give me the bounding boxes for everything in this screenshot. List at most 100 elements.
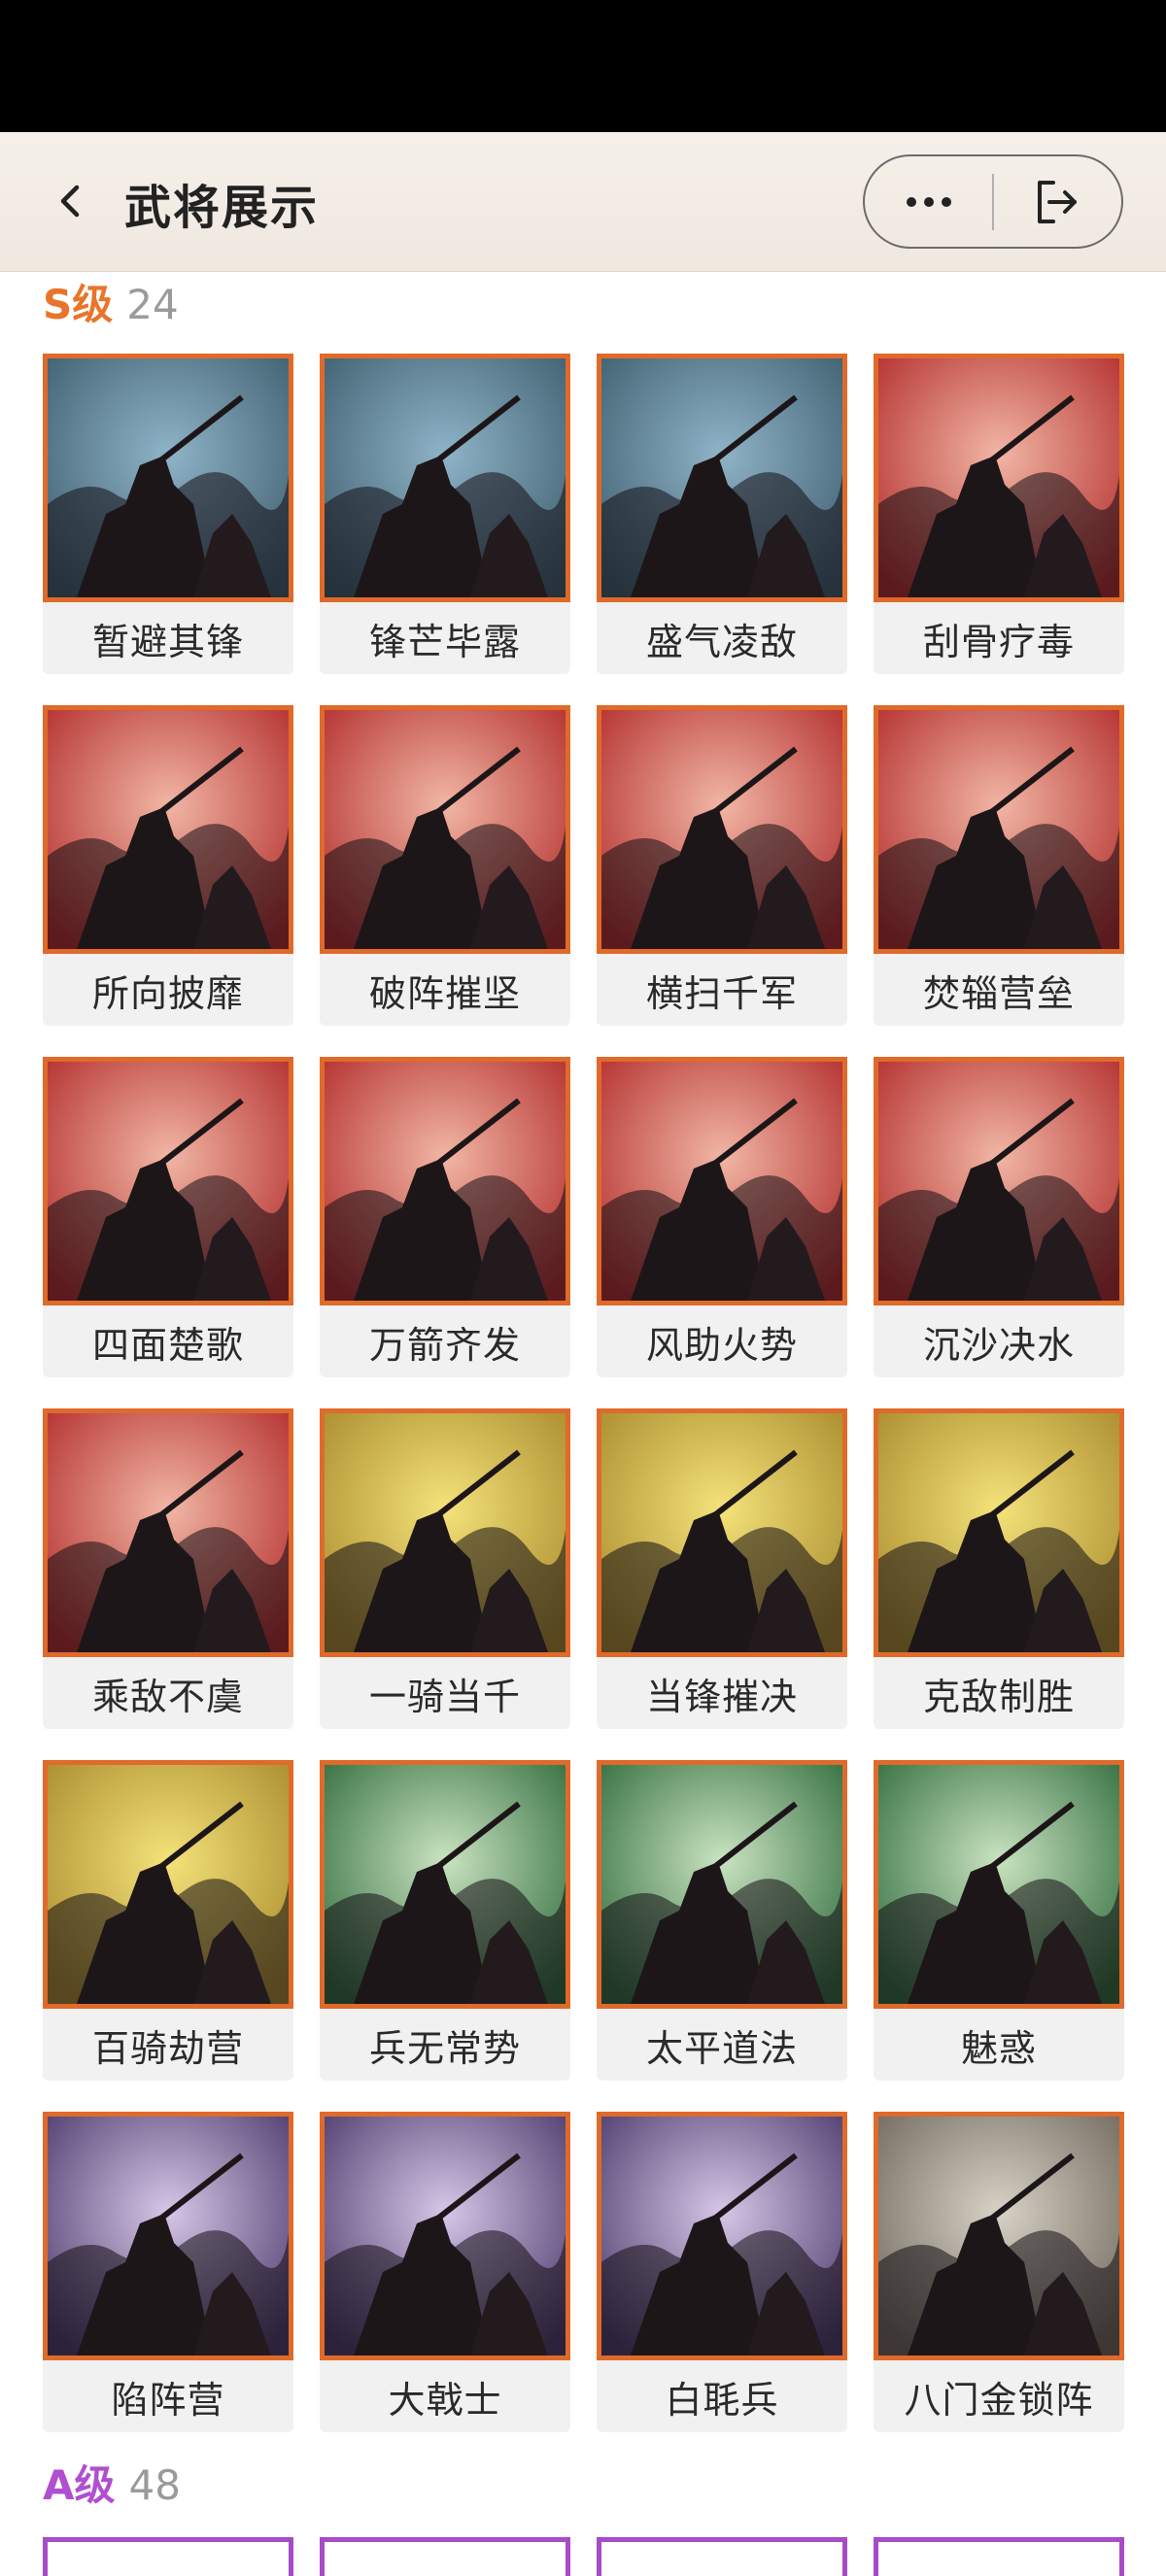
skill-artwork-icon — [325, 1413, 566, 1652]
skill-artwork — [874, 1760, 1124, 2009]
mini-program-capsule — [863, 154, 1123, 249]
skill-artwork — [874, 705, 1124, 954]
skill-artwork — [597, 354, 847, 602]
skill-card[interactable]: 横扫千军 — [597, 705, 847, 1026]
skill-name: 锋芒毕露 — [368, 620, 521, 663]
skill-artwork — [597, 2112, 847, 2360]
skill-card[interactable]: 八门金锁阵 — [874, 2112, 1124, 2432]
skill-name: 四面楚歌 — [91, 1323, 244, 1367]
skill-name: 大戟士 — [388, 2378, 502, 2422]
skill-card[interactable]: 魅惑 — [874, 1760, 1124, 2081]
skill-name: 陷阵营 — [111, 2378, 225, 2422]
skill-artwork — [874, 354, 1124, 602]
skill-artwork-icon — [325, 2117, 566, 2356]
skill-card[interactable]: 陷阵营 — [43, 2112, 293, 2432]
skill-card[interactable]: 锋芒毕露 — [320, 354, 570, 674]
skill-artwork — [43, 1760, 293, 2009]
skill-card[interactable]: 盛气凌敌 — [597, 354, 847, 674]
skill-artwork — [43, 1057, 293, 1305]
skill-name: 刮骨疗毒 — [922, 620, 1075, 663]
skill-artwork — [320, 1057, 570, 1305]
skill-artwork — [43, 1408, 293, 1657]
skill-card[interactable]: 破阵摧坚 — [320, 705, 570, 1026]
skill-name: 白毦兵 — [665, 2378, 779, 2422]
skill-artwork-icon — [601, 2117, 842, 2356]
skill-artwork — [320, 2112, 570, 2360]
skill-card[interactable]: 沉沙决水 — [874, 1057, 1124, 1377]
skill-artwork-icon — [601, 358, 842, 597]
grade-count: 24 — [126, 281, 179, 328]
skill-artwork-icon — [878, 358, 1119, 597]
skill-artwork-icon — [878, 2117, 1119, 2356]
skill-card-partial[interactable] — [320, 2537, 570, 2576]
exit-button[interactable] — [994, 156, 1121, 247]
skill-card[interactable]: 四面楚歌 — [43, 1057, 293, 1377]
skill-artwork — [320, 705, 570, 954]
skill-card-partial[interactable] — [597, 2537, 847, 2576]
grade-label: S级 — [43, 281, 114, 328]
skill-name: 沉沙决水 — [922, 1323, 1075, 1367]
skill-artwork — [320, 354, 570, 602]
skill-artwork-icon — [878, 1413, 1119, 1652]
back-button[interactable] — [45, 175, 97, 227]
skill-name: 八门金锁阵 — [904, 2378, 1094, 2422]
skill-name: 乘敌不虞 — [91, 1675, 244, 1718]
skill-card[interactable]: 克敌制胜 — [874, 1408, 1124, 1729]
skill-card[interactable]: 一骑当千 — [320, 1408, 570, 1729]
skill-name: 魅惑 — [960, 2026, 1037, 2070]
skill-card[interactable]: 白毦兵 — [597, 2112, 847, 2432]
skill-artwork-icon — [48, 1062, 289, 1301]
page-title: 武将展示 — [124, 181, 320, 235]
skill-card-partial[interactable] — [43, 2537, 293, 2576]
skill-card[interactable]: 刮骨疗毒 — [874, 354, 1124, 674]
skill-name: 百骑劫营 — [91, 2026, 244, 2070]
skill-artwork-icon — [325, 710, 566, 949]
skill-card[interactable]: 乘敌不虞 — [43, 1408, 293, 1729]
skill-card[interactable]: 万箭齐发 — [320, 1057, 570, 1377]
more-button[interactable] — [865, 156, 992, 247]
skill-artwork-icon — [48, 1765, 289, 2004]
skill-name: 破阵摧坚 — [368, 971, 521, 1015]
skill-artwork-icon — [325, 358, 566, 597]
skill-artwork — [874, 1057, 1124, 1305]
more-dots-icon — [906, 196, 951, 207]
header: 武将展示 — [0, 132, 1166, 272]
skill-name: 所向披靡 — [91, 971, 244, 1015]
section-header-s: S级 24 — [43, 272, 179, 331]
skill-card[interactable]: 大戟士 — [320, 2112, 570, 2432]
skill-artwork — [874, 1408, 1124, 1657]
skill-artwork-icon — [878, 710, 1119, 949]
skill-artwork-icon — [601, 710, 842, 949]
skill-artwork — [43, 354, 293, 602]
skill-name: 万箭齐发 — [368, 1323, 521, 1367]
skill-card[interactable]: 当锋摧决 — [597, 1408, 847, 1729]
skill-artwork — [874, 2112, 1124, 2360]
skill-card[interactable]: 百骑劫营 — [43, 1760, 293, 2081]
skill-card[interactable]: 风助火势 — [597, 1057, 847, 1377]
skill-artwork-icon — [325, 1765, 566, 2004]
skill-card[interactable]: 太平道法 — [597, 1760, 847, 2081]
exit-icon — [1038, 180, 1078, 223]
skill-card[interactable]: 暂避其锋 — [43, 354, 293, 674]
skill-name: 太平道法 — [645, 2026, 798, 2070]
grade-label: A级 — [43, 2461, 116, 2509]
skill-artwork — [597, 705, 847, 954]
skill-artwork-icon — [48, 710, 289, 949]
chevron-left-icon — [60, 185, 80, 218]
skill-card[interactable]: 所向披靡 — [43, 705, 293, 1026]
skill-artwork-icon — [325, 1062, 566, 1301]
skill-artwork-icon — [878, 1765, 1119, 2004]
skill-name: 暂避其锋 — [91, 620, 244, 663]
skill-artwork — [43, 705, 293, 954]
a-grade-preview-row — [43, 2537, 1124, 2576]
section-header-a: A级 48 — [43, 2453, 181, 2512]
status-bar — [0, 0, 1166, 132]
skill-artwork — [320, 1760, 570, 2009]
skill-name: 焚辎营垒 — [922, 971, 1075, 1015]
skill-name: 风助火势 — [645, 1323, 798, 1367]
skill-card[interactable]: 焚辎营垒 — [874, 705, 1124, 1026]
skill-name: 当锋摧决 — [645, 1675, 798, 1718]
skill-artwork — [320, 1408, 570, 1657]
skill-card-partial[interactable] — [874, 2537, 1124, 2576]
skill-card[interactable]: 兵无常势 — [320, 1760, 570, 2081]
